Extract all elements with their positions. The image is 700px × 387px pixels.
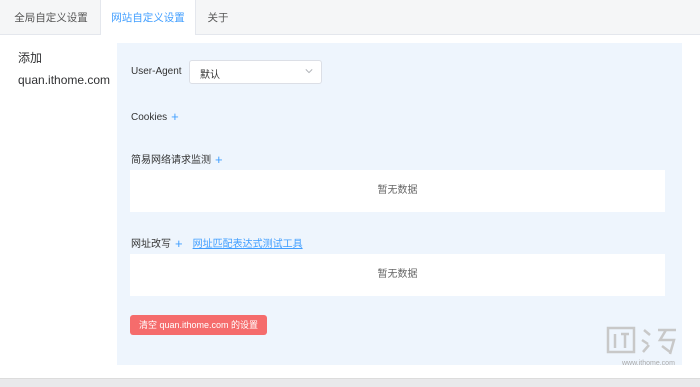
watermark-text: www.ithome.com	[622, 360, 675, 367]
url-rewrite-label: 网址改写	[131, 239, 171, 250]
add-network-monitor-plus-icon[interactable]: +	[215, 152, 223, 167]
clear-site-settings-button[interactable]: 清空 quan.ithome.com 的设置	[130, 315, 267, 335]
add-url-rewrite-plus-icon[interactable]: +	[175, 236, 183, 251]
cookies-label: Cookies	[131, 112, 168, 123]
user-agent-value: 默认	[200, 70, 220, 81]
network-monitor-label-row: 简易网络请求监测 +	[131, 151, 223, 167]
network-monitor-empty: 暂无数据	[130, 170, 665, 212]
settings-window: 全局自定义设置 网站自定义设置 关于 添加 quan.ithome.com Us…	[0, 0, 700, 379]
cookies-label-row: Cookies +	[131, 108, 179, 124]
sidebar-item-site[interactable]: quan.ithome.com	[18, 73, 110, 87]
url-rewrite-label-row: 网址改写 + 网址匹配表达式测试工具	[131, 235, 303, 251]
tab-about[interactable]: 关于	[198, 0, 238, 34]
sidebar-add-item[interactable]: 添加	[18, 49, 42, 66]
network-monitor-label: 简易网络请求监测	[131, 155, 211, 166]
tab-bar: 全局自定义设置 网站自定义设置 关于	[0, 0, 700, 35]
tab-site-settings[interactable]: 网站自定义设置	[100, 0, 196, 35]
site-sidebar: 添加 quan.ithome.com	[0, 35, 117, 378]
url-rewrite-empty: 暂无数据	[130, 254, 665, 296]
site-settings-panel: User-Agent 默认 Cookies + 简易网络请求监测 + 暂无数据 网址…	[117, 43, 682, 365]
user-agent-label: User-Agent	[131, 66, 182, 77]
chevron-down-icon	[305, 69, 313, 74]
url-regex-test-tool-link[interactable]: 网址匹配表达式测试工具	[193, 239, 303, 250]
tab-global-settings[interactable]: 全局自定义设置	[5, 0, 97, 34]
add-cookie-plus-icon[interactable]: +	[171, 109, 179, 124]
user-agent-select[interactable]: 默认	[189, 60, 322, 84]
